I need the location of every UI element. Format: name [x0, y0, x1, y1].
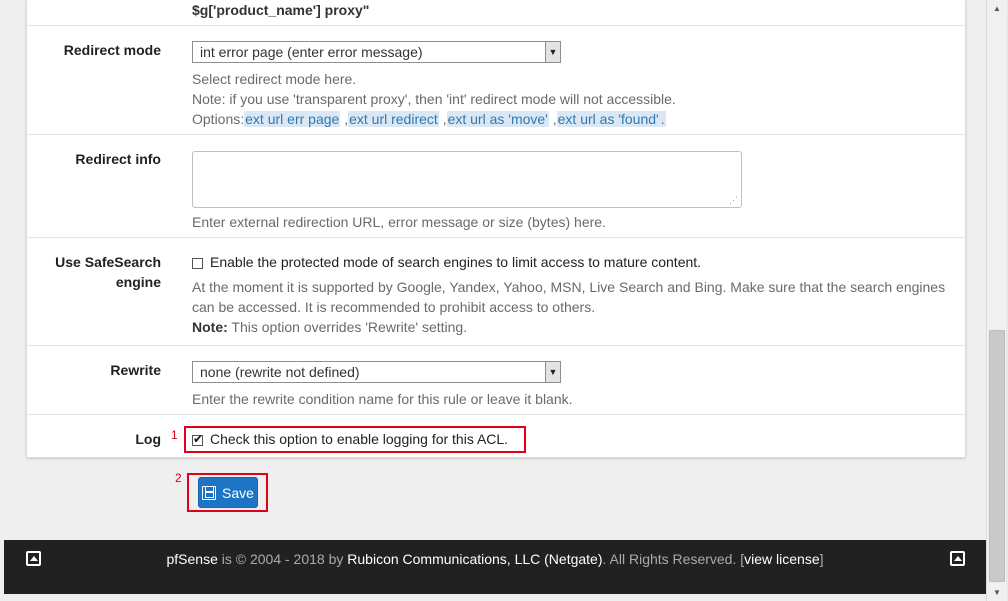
resize-grip-icon[interactable]: ⋰	[729, 195, 738, 206]
redirect-info-row: Redirect info ⋰ Enter external redirecti…	[27, 135, 965, 238]
option-link-found[interactable]: ext url as 'found'	[556, 111, 660, 127]
save-button-label: Save	[222, 484, 254, 501]
option-link-end: .	[659, 111, 666, 127]
page-viewport: $g['product_name'] proxy" Redirect mode …	[0, 0, 986, 601]
safesearch-option[interactable]: Enable the protected mode of search engi…	[192, 252, 701, 272]
previous-row-fragment: $g['product_name'] proxy"	[27, 0, 965, 26]
floppy-disk-icon	[202, 485, 217, 500]
footer-company: Rubicon Communications, LLC (Netgate)	[347, 551, 603, 567]
scrollbar-thumb[interactable]	[989, 330, 1005, 582]
options-prefix: Options:	[192, 111, 245, 127]
redirect-mode-row: Redirect mode int error page (enter erro…	[27, 26, 965, 135]
note-label: Note:	[192, 319, 228, 335]
annotation-box-log	[184, 426, 526, 453]
scroll-top-icon-right[interactable]	[950, 551, 965, 566]
settings-panel: $g['product_name'] proxy" Redirect mode …	[26, 0, 966, 458]
safesearch-note: Note: This option overrides 'Rewrite' se…	[192, 317, 467, 337]
redirect-info-help: Enter external redirection URL, error me…	[192, 214, 606, 230]
footer-text: pfSense is © 2004 - 2018 by Rubicon Comm…	[4, 551, 986, 567]
save-button[interactable]: Save	[198, 477, 258, 508]
scroll-up-arrow-icon[interactable]: ▲	[987, 0, 1007, 17]
option-link-err-page[interactable]: ext url err page	[244, 111, 341, 127]
redirect-mode-options: Options:ext url err page ,ext url redire…	[192, 109, 666, 129]
footer-product: pfSense	[166, 551, 218, 567]
safesearch-checkbox-label: Enable the protected mode of search engi…	[210, 254, 702, 270]
option-link-redirect[interactable]: ext url redirect	[348, 111, 439, 127]
redirect-mode-help: Select redirect mode here.	[192, 71, 357, 87]
previous-row-text: $g['product_name'] proxy"	[192, 2, 370, 18]
redirect-info-label: Redirect info	[75, 151, 161, 167]
rewrite-help: Enter the rewrite condition name for thi…	[192, 391, 573, 407]
safesearch-label: Use SafeSearch engine	[55, 252, 161, 292]
redirect-mode-note: Note: if you use 'transparent proxy', th…	[192, 91, 676, 107]
log-label: Log	[135, 431, 161, 447]
safesearch-label-line2: engine	[115, 274, 161, 290]
scroll-down-arrow-icon[interactable]: ▼	[987, 584, 1007, 601]
safesearch-row: Use SafeSearch engine Enable the protect…	[27, 238, 965, 346]
safesearch-label-line1: Use SafeSearch	[55, 254, 161, 270]
redirect-info-textarea[interactable]	[192, 151, 742, 208]
footer-is: is	[221, 551, 232, 567]
annotation-marker-2: 2	[175, 471, 182, 485]
vertical-scrollbar[interactable]: ▲ ▼	[986, 0, 1007, 601]
safesearch-help-line2: can be accessed. It is recommended to pr…	[192, 299, 596, 315]
footer: pfSense is © 2004 - 2018 by Rubicon Comm…	[4, 540, 986, 594]
rewrite-row: Rewrite none (rewrite not defined) ▼ Ent…	[27, 346, 965, 415]
rewrite-label: Rewrite	[110, 362, 161, 378]
footer-rights: . All Rights Reserved. [	[602, 551, 745, 567]
annotation-marker-1: 1	[171, 428, 178, 442]
safesearch-checkbox[interactable]	[192, 257, 203, 269]
note-text: This option overrides 'Rewrite' setting.	[231, 319, 468, 335]
separator: ,	[442, 111, 447, 127]
footer-close: ]	[819, 551, 824, 567]
redirect-mode-label: Redirect mode	[63, 42, 161, 58]
view-license-link[interactable]: view license	[744, 551, 819, 567]
redirect-mode-select[interactable]: int error page (enter error message)	[192, 41, 561, 63]
option-link-move[interactable]: ext url as 'move'	[446, 111, 549, 127]
safesearch-help-line1: At the moment it is supported by Google,…	[192, 279, 946, 295]
rewrite-select[interactable]: none (rewrite not defined)	[192, 361, 561, 383]
footer-copyright: © 2004 - 2018 by	[235, 551, 344, 567]
